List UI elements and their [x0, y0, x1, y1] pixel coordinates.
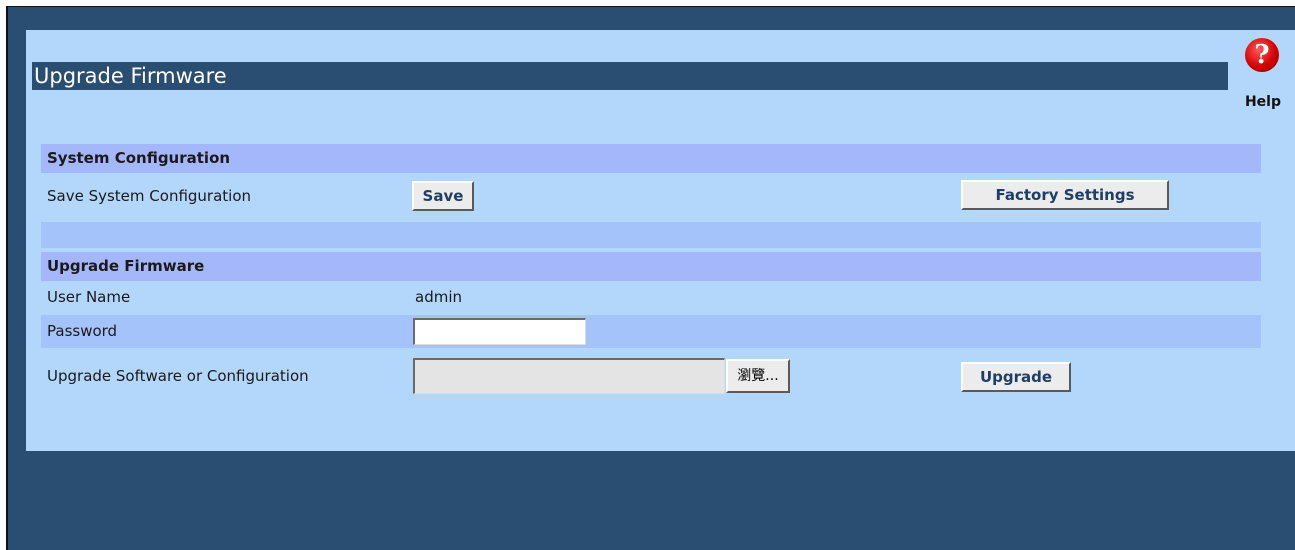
section-title: Upgrade Firmware	[47, 257, 205, 275]
factory-settings-button[interactable]: Factory Settings	[961, 180, 1169, 210]
password-field[interactable]	[413, 318, 586, 345]
upgrade-button[interactable]: Upgrade	[961, 362, 1071, 392]
spacer-band	[41, 222, 1261, 248]
help-label[interactable]: Help	[1239, 94, 1287, 110]
section-title: System Configuration	[47, 149, 231, 167]
section-header-upgrade-firmware: Upgrade Firmware	[41, 252, 1261, 281]
help-icon[interactable]: ?	[1245, 38, 1279, 72]
save-button[interactable]: Save	[412, 181, 474, 211]
page-title: Upgrade Firmware	[32, 62, 1228, 90]
upgrade-file-field[interactable]	[413, 358, 725, 394]
browse-button[interactable]: 瀏覽...	[726, 359, 790, 393]
section-header-system-configuration: System Configuration	[41, 144, 1261, 173]
password-label: Password	[47, 322, 118, 340]
username-row: User Name admin	[41, 283, 1261, 311]
help-button[interactable]: ? Help	[1235, 36, 1291, 116]
save-config-label: Save System Configuration	[47, 187, 252, 205]
upgrade-file-label: Upgrade Software or Configuration	[47, 367, 309, 385]
username-label: User Name	[47, 288, 131, 306]
username-value: admin	[415, 288, 462, 306]
password-row: Password	[41, 315, 1261, 348]
